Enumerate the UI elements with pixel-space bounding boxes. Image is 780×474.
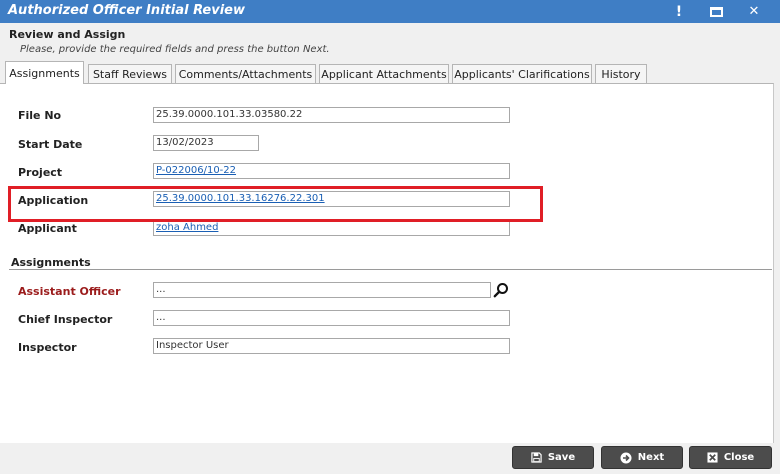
applicant-highlight-box xyxy=(8,186,543,222)
window-titlebar: Authorized Officer Initial Review ! ✕ xyxy=(0,0,780,23)
applicant-link[interactable]: zoha Ahmed xyxy=(153,220,510,236)
assistant-officer-field[interactable]: ... xyxy=(153,282,491,298)
file-no-label: File No xyxy=(18,109,62,122)
close-button-label: Close xyxy=(723,452,755,463)
save-button[interactable]: Save xyxy=(512,446,594,469)
close-icon[interactable]: ✕ xyxy=(741,0,767,23)
assignments-group-title: Assignments xyxy=(11,256,91,269)
chief-inspector-field[interactable]: ... xyxy=(153,310,510,326)
inspector-field[interactable]: Inspector User xyxy=(153,338,510,354)
close-box-icon xyxy=(707,452,718,463)
dialog-panel: Review and Assign Please, provide the re… xyxy=(0,23,780,474)
start-date-field[interactable]: 13/02/2023 xyxy=(153,135,259,151)
assistant-officer-label: Assistant Officer xyxy=(18,285,121,298)
dialog-footer: Save Next Close xyxy=(0,444,780,474)
window-title: Authorized Officer Initial Review xyxy=(8,3,246,18)
tab-assignments[interactable]: Assignments xyxy=(5,61,84,84)
search-icon[interactable] xyxy=(493,282,509,298)
tab-history[interactable]: History xyxy=(595,64,647,83)
arrow-right-circle-icon xyxy=(620,452,632,463)
next-button-label: Next xyxy=(637,452,665,463)
project-label: Project xyxy=(18,166,63,179)
project-link[interactable]: P-022006/10-22 xyxy=(153,163,510,179)
inspector-label: Inspector xyxy=(18,341,77,354)
tab-staff-reviews[interactable]: Staff Reviews xyxy=(88,64,172,83)
maximize-icon-shape xyxy=(709,6,723,17)
save-icon xyxy=(531,452,542,463)
tab-comments-attachments[interactable]: Comments/Attachments xyxy=(175,64,316,83)
save-button-label: Save xyxy=(547,452,576,463)
tab-applicant-attachments[interactable]: Applicant Attachments xyxy=(319,64,449,83)
close-button[interactable]: Close xyxy=(689,446,772,469)
next-button[interactable]: Next xyxy=(601,446,683,469)
maximize-icon[interactable] xyxy=(703,0,729,23)
file-no-field[interactable]: 25.39.0000.101.33.03580.22 xyxy=(153,107,510,123)
alert-icon[interactable]: ! xyxy=(666,0,692,23)
assignments-divider xyxy=(9,269,772,270)
tab-content: File No 25.39.0000.101.33.03580.22 Start… xyxy=(0,83,774,443)
applicant-label: Applicant xyxy=(18,222,77,235)
start-date-label: Start Date xyxy=(18,138,83,151)
tab-applicants-clarifications[interactable]: Applicants' Clarifications xyxy=(452,64,592,83)
chief-inspector-label: Chief Inspector xyxy=(18,313,113,326)
instruction-text: Please, provide the required fields and … xyxy=(20,44,330,55)
section-title: Review and Assign xyxy=(9,28,126,41)
